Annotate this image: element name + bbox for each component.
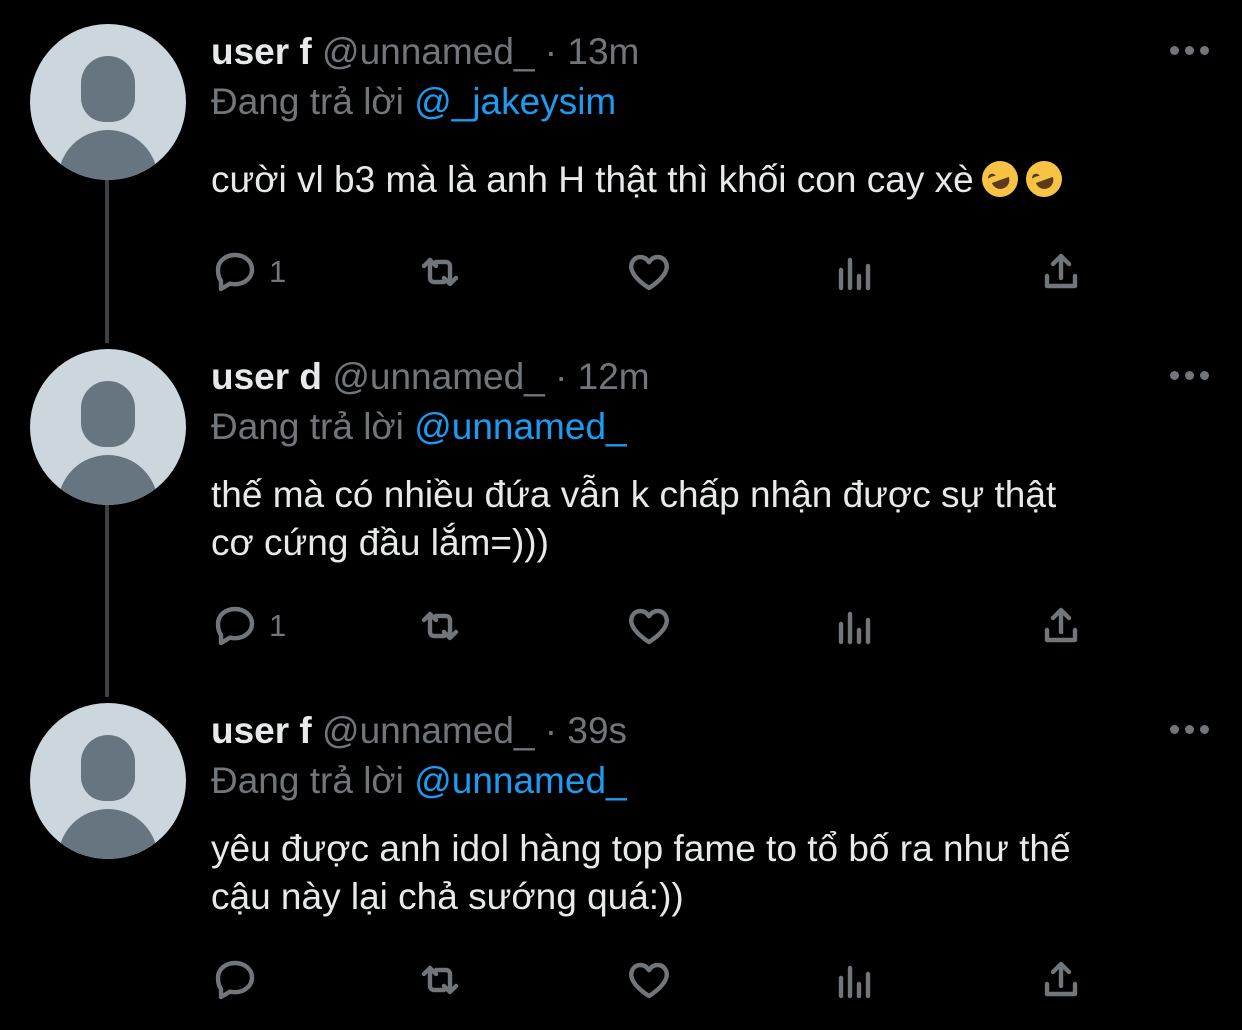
share-button[interactable] bbox=[1037, 244, 1085, 300]
replying-to-label: Đang trả lời bbox=[211, 406, 404, 447]
retweet-button[interactable] bbox=[416, 598, 464, 654]
reply-bubble-icon bbox=[215, 960, 255, 1000]
rolling-on-floor-laughing-emoji-icon bbox=[976, 155, 1023, 203]
tweet-header: user f @unnamed_ · 13m bbox=[211, 30, 639, 74]
reply-bubble-icon bbox=[215, 606, 255, 646]
retweet-button[interactable] bbox=[416, 952, 464, 1008]
reply-button[interactable]: 1 bbox=[211, 598, 286, 654]
reply-count: 1 bbox=[269, 608, 287, 643]
bar-chart-icon bbox=[838, 965, 871, 999]
separator-dot: · bbox=[544, 31, 558, 72]
views-button[interactable] bbox=[831, 598, 879, 654]
tweet-text: yêu được anh idol hàng top fame to tổ bố… bbox=[211, 825, 1201, 921]
reply-count: 1 bbox=[269, 254, 287, 289]
separator-dot: · bbox=[544, 710, 558, 751]
tweet-text-line: cậu này lại chả sướng quá:)) bbox=[211, 876, 684, 917]
views-button[interactable] bbox=[831, 952, 879, 1008]
avatar[interactable] bbox=[30, 703, 186, 859]
tweet-text: thế mà có nhiều đứa vẫn k chấp nhận được… bbox=[211, 471, 1201, 567]
replying-to: Đang trả lời @_jakeysim bbox=[211, 80, 616, 124]
display-name[interactable]: user d bbox=[211, 356, 322, 397]
share-upload-icon bbox=[1044, 961, 1078, 997]
tweet[interactable]: user f @unnamed_ · 13m Đang trả lời @_ja… bbox=[0, 0, 1242, 330]
default-avatar-body bbox=[58, 809, 158, 859]
tweet-text-line: cười vl b3 mà là anh H thật thì khối con… bbox=[211, 159, 974, 200]
separator-dot: · bbox=[555, 356, 568, 397]
bar-chart-icon bbox=[838, 611, 871, 645]
like-button[interactable] bbox=[625, 244, 673, 300]
replying-to: Đang trả lời @unnamed_ bbox=[211, 405, 627, 449]
more-options-icon[interactable] bbox=[1170, 44, 1210, 58]
tweet-actions: 1 bbox=[211, 244, 1111, 300]
reply-button[interactable]: 1 bbox=[211, 244, 286, 300]
tweet[interactable]: user f @unnamed_ · 39s Đang trả lời @unn… bbox=[0, 679, 1242, 1030]
like-button[interactable] bbox=[625, 598, 673, 654]
more-options-icon[interactable] bbox=[1170, 723, 1210, 737]
share-upload-icon bbox=[1044, 253, 1078, 289]
share-upload-icon bbox=[1044, 607, 1078, 643]
retweet-icon bbox=[421, 611, 459, 641]
display-name[interactable]: user f bbox=[211, 31, 312, 72]
default-avatar-body bbox=[58, 455, 158, 505]
display-name[interactable]: user f bbox=[211, 710, 312, 751]
retweet-button[interactable] bbox=[416, 244, 464, 300]
user-handle[interactable]: @unnamed_ bbox=[322, 31, 534, 72]
timestamp[interactable]: 13m bbox=[567, 31, 639, 72]
timestamp[interactable]: 39s bbox=[567, 710, 627, 751]
default-avatar-body bbox=[58, 130, 158, 180]
rolling-on-floor-laughing-emoji-icon bbox=[1020, 155, 1067, 203]
tweet-text-line: yêu được anh idol hàng top fame to tổ bố… bbox=[211, 828, 1071, 869]
replying-to-label: Đang trả lời bbox=[211, 81, 404, 122]
avatar[interactable] bbox=[30, 24, 186, 180]
user-handle[interactable]: @unnamed_ bbox=[322, 710, 534, 751]
share-button[interactable] bbox=[1037, 598, 1085, 654]
default-avatar-head bbox=[81, 381, 135, 447]
default-avatar-head bbox=[81, 735, 135, 801]
replying-to-label: Đang trả lời bbox=[211, 760, 404, 801]
replying-to-handle-link[interactable]: @unnamed_ bbox=[414, 760, 626, 801]
reply-button[interactable] bbox=[211, 952, 269, 1008]
tweet-text-line: thế mà có nhiều đứa vẫn k chấp nhận được… bbox=[211, 474, 1057, 515]
retweet-icon bbox=[421, 257, 459, 287]
user-handle[interactable]: @unnamed_ bbox=[332, 356, 544, 397]
replying-to-handle-link[interactable]: @unnamed_ bbox=[414, 406, 626, 447]
retweet-icon bbox=[421, 965, 459, 995]
tweet-header: user f @unnamed_ · 39s bbox=[211, 709, 627, 753]
tweet-text: cười vl b3 mà là anh H thật thì khối con… bbox=[211, 155, 1201, 204]
heart-icon bbox=[629, 608, 669, 645]
tweet-actions: 1 bbox=[211, 598, 1111, 654]
heart-icon bbox=[629, 962, 669, 999]
tweet-header: user d @unnamed_ · 12m bbox=[211, 355, 650, 399]
views-button[interactable] bbox=[831, 244, 879, 300]
conversation-thread: user f @unnamed_ · 13m Đang trả lời @_ja… bbox=[0, 0, 1242, 1030]
default-avatar-head bbox=[81, 56, 135, 122]
reply-bubble-icon bbox=[215, 252, 255, 292]
replying-to: Đang trả lời @unnamed_ bbox=[211, 759, 627, 803]
like-button[interactable] bbox=[625, 952, 673, 1008]
tweet-actions bbox=[211, 952, 1111, 1008]
tweet-text-line: cơ cứng đầu lắm=))) bbox=[211, 522, 549, 563]
more-options-icon[interactable] bbox=[1170, 369, 1210, 383]
bar-chart-icon bbox=[838, 257, 871, 291]
heart-icon bbox=[629, 254, 669, 291]
share-button[interactable] bbox=[1037, 952, 1085, 1008]
timestamp[interactable]: 12m bbox=[578, 356, 650, 397]
replying-to-handle-link[interactable]: @_jakeysim bbox=[414, 81, 616, 122]
avatar[interactable] bbox=[30, 349, 186, 505]
tweet[interactable]: user d @unnamed_ · 12m Đang trả lời @unn… bbox=[0, 325, 1242, 680]
